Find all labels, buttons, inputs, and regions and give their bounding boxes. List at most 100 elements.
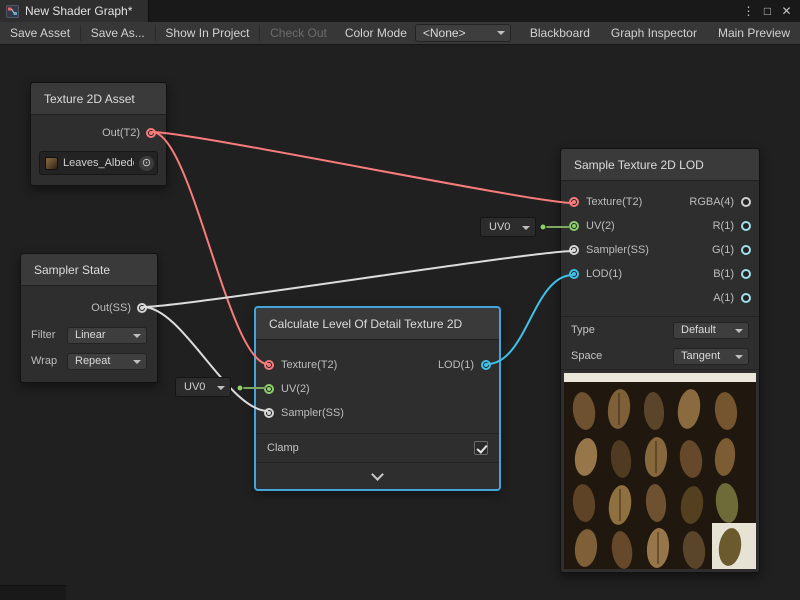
filter-value: Linear xyxy=(75,329,106,341)
output-row-g: G(1) xyxy=(689,238,751,262)
port-label: UV(2) xyxy=(281,383,310,395)
input-row-uv: UV(2) xyxy=(264,377,344,401)
port-out-r[interactable] xyxy=(741,221,751,231)
texture-thumbnail-icon xyxy=(45,157,58,170)
port-label: G(1) xyxy=(712,244,734,256)
save-asset-button[interactable]: Save Asset xyxy=(0,22,80,44)
node-sample-texture-2d-lod[interactable]: Sample Texture 2D LOD Texture(T2) UV(2) … xyxy=(560,148,760,573)
uv-default-dot xyxy=(540,224,546,230)
node-title[interactable]: Sample Texture 2D LOD xyxy=(561,149,759,181)
port-label: A(1) xyxy=(713,292,734,304)
output-row-r: R(1) xyxy=(689,214,751,238)
port-in-texture[interactable] xyxy=(569,197,579,207)
port-out-g[interactable] xyxy=(741,245,751,255)
node-title[interactable]: Sampler State xyxy=(21,254,157,286)
tab-new-shader-graph[interactable]: New Shader Graph* xyxy=(0,0,149,22)
port-label: UV(2) xyxy=(586,220,615,232)
port-label: LOD(1) xyxy=(586,268,622,280)
port-in-sampler[interactable] xyxy=(569,245,579,255)
output-row-a: A(1) xyxy=(689,286,751,310)
output-row-b: B(1) xyxy=(689,262,751,286)
port-label: Texture(T2) xyxy=(281,359,337,371)
object-picker-icon[interactable]: ⊙ xyxy=(139,156,154,171)
filter-label: Filter xyxy=(31,329,61,341)
space-value: Tangent xyxy=(681,350,720,362)
port-in-uv[interactable] xyxy=(264,384,274,394)
space-dropdown[interactable]: Tangent xyxy=(673,348,749,365)
output-row-out-ss: Out(SS) xyxy=(21,294,157,322)
port-label: Sampler(SS) xyxy=(586,244,649,256)
input-row-sampler: Sampler(SS) xyxy=(569,238,649,262)
port-in-texture[interactable] xyxy=(264,360,274,370)
show-in-project-button[interactable]: Show In Project xyxy=(155,22,259,44)
input-column: Texture(T2) UV(2) Sampler(SS) xyxy=(264,353,344,425)
wrap-row: Wrap Repeat xyxy=(21,348,157,374)
dock-tab-sliver[interactable] xyxy=(0,585,66,600)
edge-texture-to-sample-lod xyxy=(152,132,573,203)
collapse-chevron-button[interactable] xyxy=(256,463,499,489)
port-label: B(1) xyxy=(713,268,734,280)
preview-image xyxy=(564,373,756,569)
port-label: R(1) xyxy=(713,220,734,232)
menu-kebab-icon[interactable]: ⋮ xyxy=(739,0,758,22)
main-preview-toggle[interactable]: Main Preview xyxy=(708,26,800,40)
port-in-uv[interactable] xyxy=(569,221,579,231)
port-label: Out(T2) xyxy=(102,127,140,139)
filter-dropdown[interactable]: Linear xyxy=(67,327,147,344)
maximize-icon[interactable]: □ xyxy=(758,0,777,22)
check-out-button[interactable]: Check Out xyxy=(260,22,337,44)
color-mode-dropdown[interactable]: <None> xyxy=(415,24,511,42)
port-area: Texture(T2) UV(2) Sampler(SS) LOD(1) RGB… xyxy=(561,181,759,316)
save-as-button[interactable]: Save As... xyxy=(81,22,155,44)
uv-channel-value: UV0 xyxy=(489,221,510,233)
shader-graph-icon xyxy=(6,5,19,18)
port-out-a[interactable] xyxy=(741,293,751,303)
port-out-rgba[interactable] xyxy=(741,197,751,207)
filter-row: Filter Linear xyxy=(21,322,157,348)
graph-inspector-toggle[interactable]: Graph Inspector xyxy=(601,26,707,40)
input-column: Texture(T2) UV(2) Sampler(SS) LOD(1) xyxy=(569,190,649,310)
output-row-out-t2: Out(T2) xyxy=(31,119,166,147)
blackboard-toggle[interactable]: Blackboard xyxy=(520,26,600,40)
color-mode-label: Color Mode xyxy=(337,26,415,40)
output-column: LOD(1) xyxy=(438,353,491,425)
node-preview xyxy=(561,370,759,572)
texture-asset-name: Leaves_Albedo xyxy=(63,157,134,169)
wrap-dropdown[interactable]: Repeat xyxy=(67,353,147,370)
type-label: Type xyxy=(571,324,595,336)
tab-title: New Shader Graph* xyxy=(25,4,132,18)
texture-object-field[interactable]: Leaves_Albedo ⊙ xyxy=(39,151,158,175)
clamp-label: Clamp xyxy=(267,442,299,454)
toolbar-right-group: Color Mode <None> Blackboard Graph Inspe… xyxy=(337,22,800,44)
node-calculate-lod-texture-2d[interactable]: Calculate Level Of Detail Texture 2D Tex… xyxy=(255,307,500,490)
port-out-ss[interactable] xyxy=(137,303,147,313)
graph-canvas[interactable]: Texture 2D Asset Out(T2) Leaves_Albedo ⊙… xyxy=(0,45,800,600)
port-label: Sampler(SS) xyxy=(281,407,344,419)
wrap-value: Repeat xyxy=(75,355,110,367)
port-area: Texture(T2) UV(2) Sampler(SS) LOD(1) xyxy=(256,340,499,433)
edge-sampler-to-sample-lod xyxy=(143,251,573,307)
port-in-sampler[interactable] xyxy=(264,408,274,418)
port-in-lod[interactable] xyxy=(569,269,579,279)
node-title[interactable]: Calculate Level Of Detail Texture 2D xyxy=(256,308,499,340)
input-row-uv: UV(2) xyxy=(569,214,649,238)
output-row-rgba: RGBA(4) xyxy=(689,190,751,214)
uv-channel-value: UV0 xyxy=(184,381,205,393)
type-dropdown[interactable]: Default xyxy=(673,322,749,339)
uv-channel-dropdown[interactable]: UV0 xyxy=(480,217,536,237)
input-row-lod: LOD(1) xyxy=(569,262,649,286)
input-row-texture: Texture(T2) xyxy=(569,190,649,214)
output-column: RGBA(4) R(1) G(1) B(1) A(1) xyxy=(689,190,751,310)
clamp-checkbox[interactable] xyxy=(474,441,488,455)
port-out-b[interactable] xyxy=(741,269,751,279)
port-out-t2[interactable] xyxy=(146,128,156,138)
node-title[interactable]: Texture 2D Asset xyxy=(31,83,166,115)
node-texture-2d-asset[interactable]: Texture 2D Asset Out(T2) Leaves_Albedo ⊙ xyxy=(30,82,167,186)
window-controls: ⋮ □ ✕ xyxy=(739,0,800,22)
port-out-lod[interactable] xyxy=(481,360,491,370)
node-sampler-state[interactable]: Sampler State Out(SS) Filter Linear Wrap… xyxy=(20,253,158,383)
input-row-texture: Texture(T2) xyxy=(264,353,344,377)
input-row-sampler: Sampler(SS) xyxy=(264,401,344,425)
close-icon[interactable]: ✕ xyxy=(777,0,796,22)
uv-channel-dropdown[interactable]: UV0 xyxy=(175,377,231,397)
